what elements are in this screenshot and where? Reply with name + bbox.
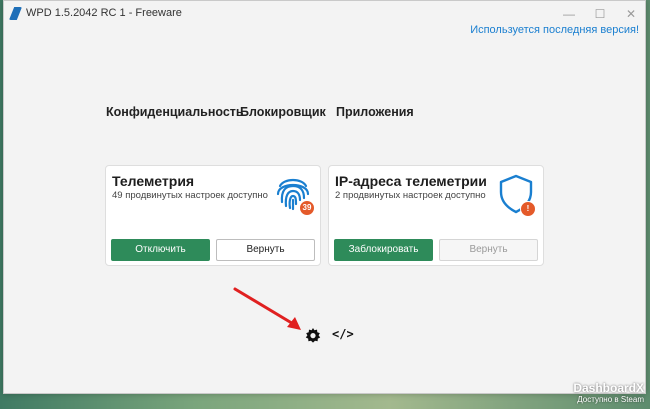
telemetry-card: Телеметрия 49 продвинутых настроек досту… bbox=[105, 165, 321, 266]
watermark-subtitle: Доступно в Steam bbox=[577, 395, 644, 404]
tab-privacy[interactable]: Конфиденциальность bbox=[106, 105, 244, 119]
app-window: WPD 1.5.2042 RC 1 - Freeware — ☐ ✕ Испол… bbox=[3, 0, 646, 394]
fingerprint-icon: 39 bbox=[272, 172, 315, 216]
restore-telemetry-button[interactable]: Вернуть bbox=[216, 239, 315, 261]
minimize-icon[interactable]: — bbox=[558, 5, 580, 23]
disable-telemetry-button[interactable]: Отключить bbox=[111, 239, 210, 261]
annotation-arrow bbox=[229, 285, 309, 335]
warning-badge: ! bbox=[520, 201, 536, 217]
window-title: WPD 1.5.2042 RC 1 - Freeware bbox=[26, 7, 182, 19]
shield-icon: ! bbox=[495, 172, 537, 217]
update-status-link[interactable]: Используется последняя версия! bbox=[470, 24, 639, 36]
maximize-icon[interactable]: ☐ bbox=[589, 5, 611, 23]
card-subtitle: 2 продвинутых настроек доступно bbox=[335, 190, 486, 201]
dashboardx-watermark: DashboardX Доступно в Steam bbox=[573, 381, 644, 404]
watermark-title: DashboardX bbox=[573, 381, 644, 395]
tab-blocker[interactable]: Блокировщик bbox=[240, 105, 326, 119]
restore-ip-button[interactable]: Вернуть bbox=[439, 239, 538, 261]
telemetry-ip-card: IP-адреса телеметрии 2 продвинутых настр… bbox=[328, 165, 544, 266]
tab-apps[interactable]: Приложения bbox=[336, 105, 414, 119]
count-badge: 39 bbox=[299, 200, 315, 216]
card-subtitle: 49 продвинутых настроек доступно bbox=[112, 190, 268, 201]
gear-icon[interactable] bbox=[305, 328, 321, 344]
block-ip-button[interactable]: Заблокировать bbox=[334, 239, 433, 261]
close-icon[interactable]: ✕ bbox=[620, 5, 642, 23]
card-title: Телеметрия bbox=[112, 173, 195, 189]
code-icon[interactable]: </> bbox=[332, 327, 354, 341]
app-logo-icon bbox=[9, 7, 22, 20]
card-title: IP-адреса телеметрии bbox=[335, 173, 487, 189]
